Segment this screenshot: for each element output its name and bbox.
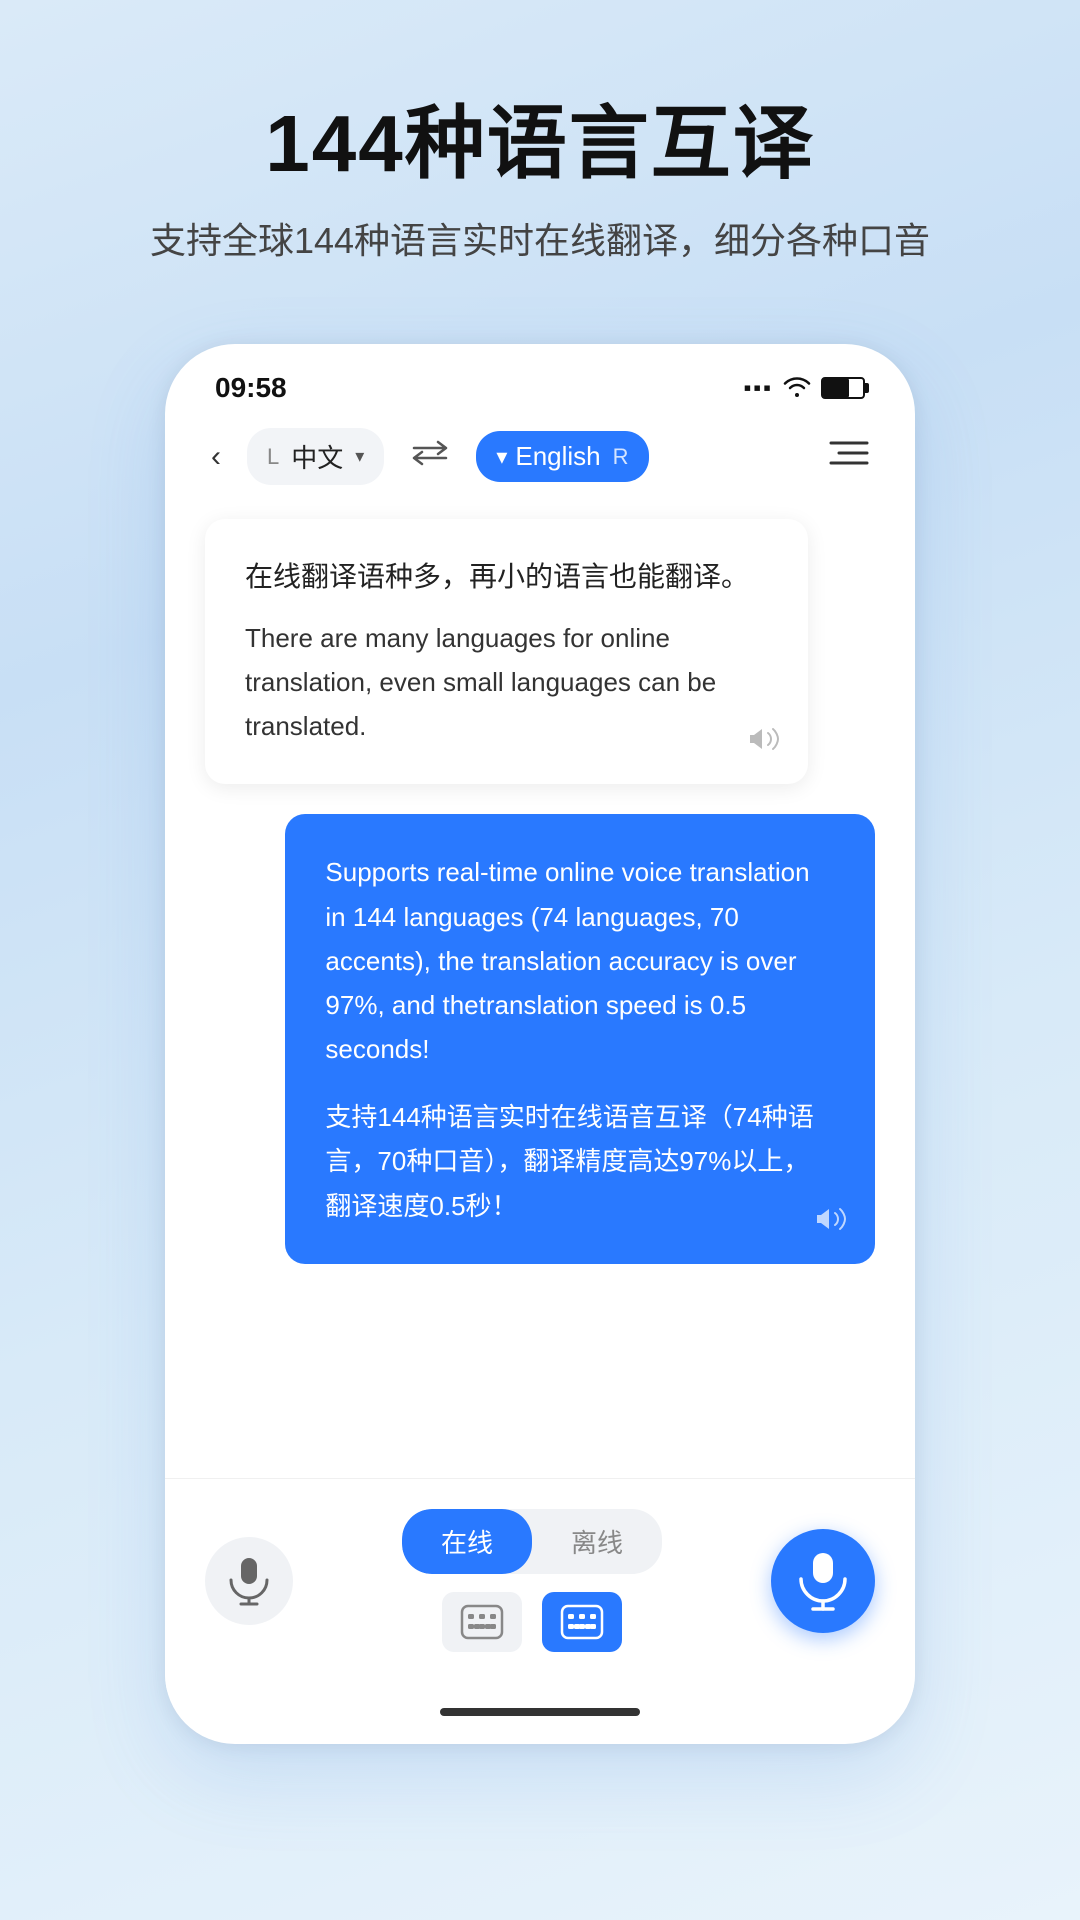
signal-icon: ▪▪▪: [744, 375, 773, 401]
bubble-left: 在线翻译语种多，再小的语言也能翻译。 There are many langua…: [205, 519, 808, 784]
mode-online-button[interactable]: 在线: [402, 1509, 532, 1574]
mode-switch: 在线 离线: [317, 1509, 747, 1652]
mic-button-left[interactable]: [205, 1537, 293, 1625]
bottom-toolbar: 在线 离线: [165, 1478, 915, 1692]
keyboard-button-right[interactable]: [542, 1592, 622, 1652]
sound-icon-right[interactable]: [815, 1205, 847, 1240]
bubble-right: Supports real-time online voice translat…: [285, 814, 875, 1264]
online-offline-toggle[interactable]: 在线 离线: [402, 1509, 662, 1574]
chat-area: 在线翻译语种多，再小的语言也能翻译。 There are many langua…: [165, 499, 915, 1478]
nav-bar: ‹ L 中文 ▾ ▾ English R: [165, 414, 915, 499]
home-bar: [440, 1708, 640, 1716]
sub-title: 支持全球144种语言实时在线翻译，细分各种口音: [150, 212, 930, 264]
lang-right-selector[interactable]: ▾ English R: [476, 431, 648, 482]
header-section: 144种语言互译 支持全球144种语言实时在线翻译，细分各种口音: [150, 0, 930, 264]
lang-right-flag: ▾: [496, 444, 507, 470]
lang-right-label: R: [613, 444, 629, 470]
dropdown-arrow-icon: ▾: [355, 446, 364, 467]
mic-button-right[interactable]: [771, 1529, 875, 1633]
bubble-right-en: Supports real-time online voice translat…: [325, 850, 835, 1071]
battery-icon: [821, 377, 865, 399]
keyboard-row: [442, 1592, 622, 1652]
menu-button[interactable]: [819, 431, 879, 482]
mode-offline-button[interactable]: 离线: [532, 1509, 662, 1574]
status-bar: 09:58 ▪▪▪: [165, 344, 915, 414]
bubble-left-en: There are many languages for online tran…: [245, 616, 768, 749]
sound-icon-left[interactable]: [748, 725, 780, 760]
swap-button[interactable]: [400, 432, 460, 481]
status-icons: ▪▪▪: [744, 372, 865, 404]
phone-mockup: 09:58 ▪▪▪ ‹ L 中文: [165, 344, 915, 1744]
keyboard-button-left[interactable]: [442, 1592, 522, 1652]
lang-left-label: L: [267, 444, 279, 470]
lang-left-selector[interactable]: L 中文 ▾: [247, 428, 384, 485]
bubble-right-cn: 支持144种语言实时在线语音互译（74种语言，70种口音），翻译精度高达97%以…: [325, 1095, 835, 1228]
status-time: 09:58: [215, 372, 287, 404]
back-button[interactable]: ‹: [201, 434, 231, 480]
wifi-icon: [783, 372, 811, 404]
phone-wrapper: 09:58 ▪▪▪ ‹ L 中文: [165, 344, 915, 1744]
lang-left-text: 中文: [291, 438, 343, 475]
main-title: 144种语言互译: [150, 100, 930, 188]
bubble-left-cn: 在线翻译语种多，再小的语言也能翻译。: [245, 555, 768, 600]
lang-right-text: English: [515, 441, 600, 472]
